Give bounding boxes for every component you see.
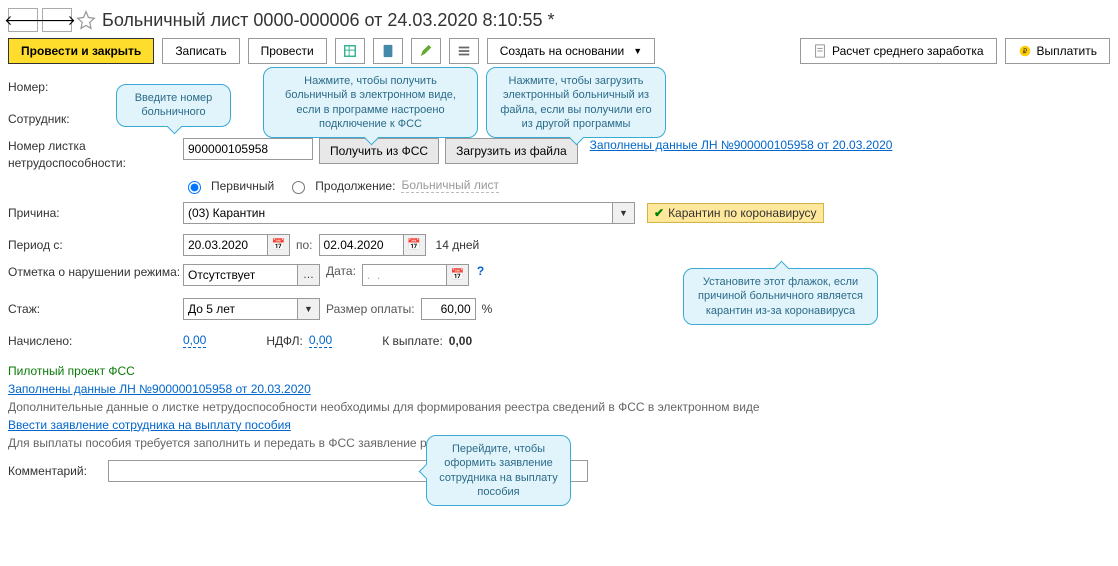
- label-radio-continuation: Продолжение:: [315, 179, 395, 193]
- pay-button[interactable]: ₽Выплатить: [1005, 38, 1111, 64]
- row-period: Период с: 📅 по: 📅 14 дней: [8, 232, 1110, 258]
- label-violation: Отметка о нарушении режима:: [8, 264, 183, 281]
- radio-continuation[interactable]: [292, 181, 305, 194]
- label-pay-rate: Размер оплаты:: [326, 302, 415, 316]
- label-reason: Причина:: [8, 206, 183, 220]
- covid-checkbox-wrapper[interactable]: ✔ Карантин по коронавирусу: [647, 203, 824, 223]
- accrued-value[interactable]: 0,00: [183, 333, 206, 348]
- svg-text:₽: ₽: [1022, 48, 1027, 56]
- date-from-input[interactable]: [183, 234, 268, 256]
- date-to-input[interactable]: [319, 234, 404, 256]
- label-seniority: Стаж:: [8, 302, 183, 316]
- calc-average-button[interactable]: Расчет среднего заработка: [800, 38, 997, 64]
- header-row: 🡐 🡒 Больничный лист 0000-000006 от 24.03…: [8, 8, 1110, 32]
- row-type-radio: Первичный Продолжение: Больничный лист: [183, 178, 1110, 194]
- ndfl-value[interactable]: 0,00: [309, 333, 332, 348]
- violation-more-icon[interactable]: …: [298, 264, 320, 286]
- continuation-link-disabled: Больничный лист: [401, 178, 499, 193]
- pay-rate-input[interactable]: [421, 298, 476, 320]
- post-button[interactable]: Провести: [248, 38, 327, 64]
- seniority-input[interactable]: [183, 298, 298, 320]
- help-icon[interactable]: ?: [477, 264, 484, 278]
- label-sheet-number: Номер листка нетрудоспособности:: [8, 138, 183, 172]
- radio-primary[interactable]: [188, 181, 201, 194]
- violation-input[interactable]: [183, 264, 298, 286]
- days-label: 14 дней: [436, 238, 480, 252]
- row-accrued: Начислено: 0,00 НДФЛ: 0,00 К выплате: 0,…: [8, 328, 1110, 354]
- label-period-from: Период с:: [8, 238, 183, 252]
- reason-input[interactable]: [183, 202, 613, 224]
- callout-covid-checkbox: Установите этот флажок, если причиной бо…: [683, 268, 878, 325]
- seniority-dropdown-icon[interactable]: ▼: [298, 298, 320, 320]
- favorite-star-icon[interactable]: [76, 10, 96, 30]
- callout-application: Перейдите, чтобы оформить заявление сотр…: [426, 435, 571, 506]
- form-container: 🡐 🡒 Больничный лист 0000-000006 от 24.03…: [8, 8, 1110, 484]
- label-accrued: Начислено:: [8, 334, 183, 348]
- label-comment: Комментарий:: [8, 464, 108, 478]
- violation-date-calendar-icon: 📅: [447, 264, 469, 286]
- label-date: Дата:: [326, 264, 356, 278]
- get-from-fss-button[interactable]: Получить из ФСС: [319, 138, 439, 164]
- create-based-on-button[interactable]: Создать на основании▼: [487, 38, 655, 64]
- date-from-calendar-icon[interactable]: 📅: [268, 234, 290, 256]
- post-and-close-button[interactable]: Провести и закрыть: [8, 38, 154, 64]
- row-seniority: Стаж: ▼ Размер оплаты: %: [8, 296, 1110, 322]
- label-radio-primary: Первичный: [211, 179, 274, 193]
- page-title: Больничный лист 0000-000006 от 24.03.202…: [102, 10, 555, 31]
- row-violation: Отметка о нарушении режима: … Дата: 📅 ?: [8, 264, 1110, 290]
- callout-enter-number: Введите номер больничного: [116, 84, 231, 127]
- spreadsheet-icon-button[interactable]: [335, 38, 365, 64]
- pilot-project-header: Пилотный проект ФСС: [8, 364, 1110, 378]
- ln-data-link[interactable]: Заполнены данные ЛН №900000105958 от 20.…: [8, 382, 311, 396]
- sheet-number-input[interactable]: [183, 138, 313, 160]
- label-to-pay: К выплате:: [382, 334, 443, 348]
- check-icon: ✔: [654, 206, 664, 220]
- document-icon-button[interactable]: [373, 38, 403, 64]
- percent-label: %: [482, 302, 493, 316]
- row-reason: Причина: ▼ ✔ Карантин по коронавирусу: [8, 200, 1110, 226]
- covid-checkbox-label: Карантин по коронавирусу: [668, 206, 817, 220]
- row-sheet-number: Номер листка нетрудоспособности: Получит…: [8, 138, 1110, 172]
- ln-data-link-inline[interactable]: Заполнены данные ЛН №900000105958 от 20.…: [590, 138, 893, 152]
- date-to-calendar-icon[interactable]: 📅: [404, 234, 426, 256]
- load-from-file-button[interactable]: Загрузить из файла: [445, 138, 578, 164]
- extra-data-note: Дополнительные данные о листке нетрудосп…: [8, 400, 1110, 414]
- forward-button[interactable]: 🡒: [42, 8, 72, 32]
- edit-icon-button[interactable]: [411, 38, 441, 64]
- toolbar: Провести и закрыть Записать Провести Соз…: [8, 38, 1110, 64]
- to-pay-value: 0,00: [449, 334, 472, 348]
- back-button[interactable]: 🡐: [8, 8, 38, 32]
- callout-load-file: Нажмите, чтобы загрузить электронный бол…: [486, 67, 666, 138]
- label-ndfl: НДФЛ:: [266, 334, 302, 348]
- label-period-to: по:: [296, 238, 313, 252]
- reason-dropdown-icon[interactable]: ▼: [613, 202, 635, 224]
- enter-application-link[interactable]: Ввести заявление сотрудника на выплату п…: [8, 418, 291, 432]
- violation-date-input: [362, 264, 447, 286]
- callout-get-fss: Нажмите, чтобы получить больничный в эле…: [263, 67, 478, 138]
- list-icon-button[interactable]: [449, 38, 479, 64]
- write-button[interactable]: Записать: [162, 38, 239, 64]
